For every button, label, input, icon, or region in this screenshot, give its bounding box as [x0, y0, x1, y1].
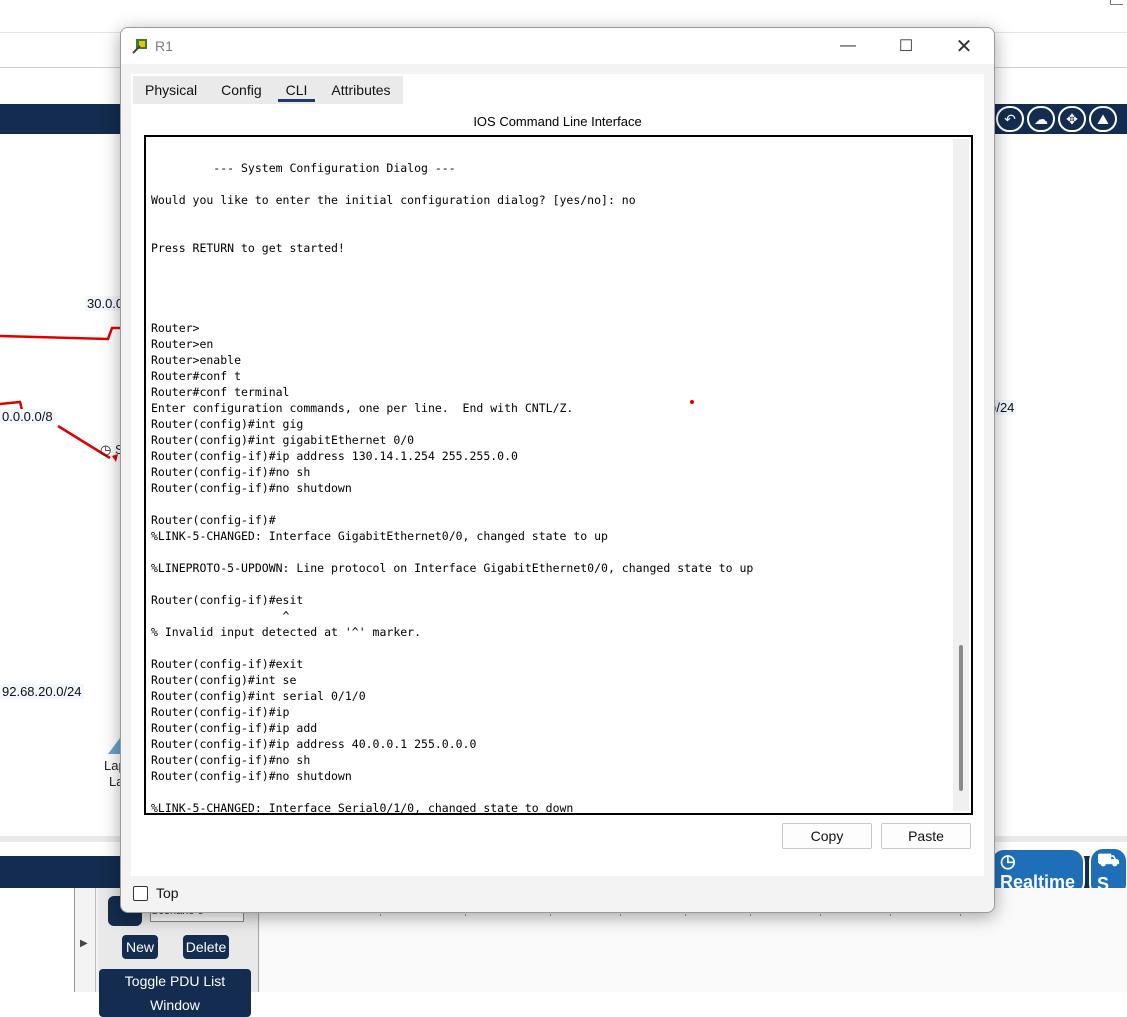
tab-cli[interactable]: CLI	[274, 76, 320, 104]
robot-icon: ⛟	[1097, 849, 1120, 870]
cursor-marker	[690, 400, 694, 404]
close-button[interactable]: ✕	[935, 28, 993, 64]
clock-icon: ◷	[1000, 851, 1016, 871]
close-icon: ✕	[955, 35, 973, 58]
serial-link-30[interactable]	[0, 326, 122, 341]
maximize-button[interactable]: ☐	[877, 28, 935, 64]
router-app-icon	[132, 39, 147, 54]
undo-icon[interactable]: ↶	[996, 106, 1024, 132]
top-checkbox-row[interactable]: Top	[133, 885, 179, 901]
terminal-scroll-thumb[interactable]	[959, 645, 963, 791]
device-list-panel	[0, 888, 75, 992]
cli-terminal[interactable]: --- System Configuration Dialog --- Woul…	[144, 135, 973, 815]
window-corner	[1110, 0, 1123, 5]
dialog-title: R1	[155, 38, 173, 54]
router-dialog: R1 — ☐ ✕ Physical Config CLI Attributes …	[120, 27, 995, 913]
top-checkbox[interactable]	[133, 885, 148, 901]
network-label-40: 0.0.0.0/8	[0, 409, 55, 424]
terminal-output[interactable]: --- System Configuration Dialog --- Woul…	[151, 144, 753, 813]
copy-button[interactable]: Copy	[782, 823, 872, 849]
cloud-icon[interactable]: ☁	[1027, 106, 1055, 132]
tab-config[interactable]: Config	[209, 76, 273, 104]
dialog-titlebar[interactable]: R1 — ☐ ✕	[121, 28, 994, 64]
panel-separator	[95, 888, 96, 992]
expand-arrow-icon[interactable]: ▶	[80, 938, 88, 949]
paste-button[interactable]: Paste	[881, 823, 971, 849]
clock-icon: ◷	[100, 442, 115, 457]
image-icon[interactable]: ⛰	[1089, 106, 1117, 132]
maximize-icon: ☐	[898, 38, 914, 55]
minimize-icon: —	[840, 37, 856, 54]
top-checkbox-label: Top	[156, 885, 179, 901]
tab-physical[interactable]: Physical	[133, 76, 209, 104]
mode-switcher: ◷ Realtime ⛟S	[990, 846, 1127, 898]
toggle-pdu-list-button[interactable]: Toggle PDU List Window	[99, 969, 251, 1017]
move-icon[interactable]: ✥	[1058, 106, 1086, 132]
new-scenario-button[interactable]: New	[122, 935, 158, 959]
tab-attributes[interactable]: Attributes	[319, 76, 402, 104]
network-label-192: 92.68.20.0/24	[0, 684, 84, 699]
device-tabs: Physical Config CLI Attributes	[133, 76, 403, 104]
minimize-button[interactable]: —	[819, 28, 877, 64]
delete-scenario-button[interactable]: Delete	[183, 935, 229, 959]
cli-heading: IOS Command Line Interface	[473, 114, 642, 129]
workspace-tools: ↶ ☁ ✥ ⛰	[996, 104, 1117, 134]
